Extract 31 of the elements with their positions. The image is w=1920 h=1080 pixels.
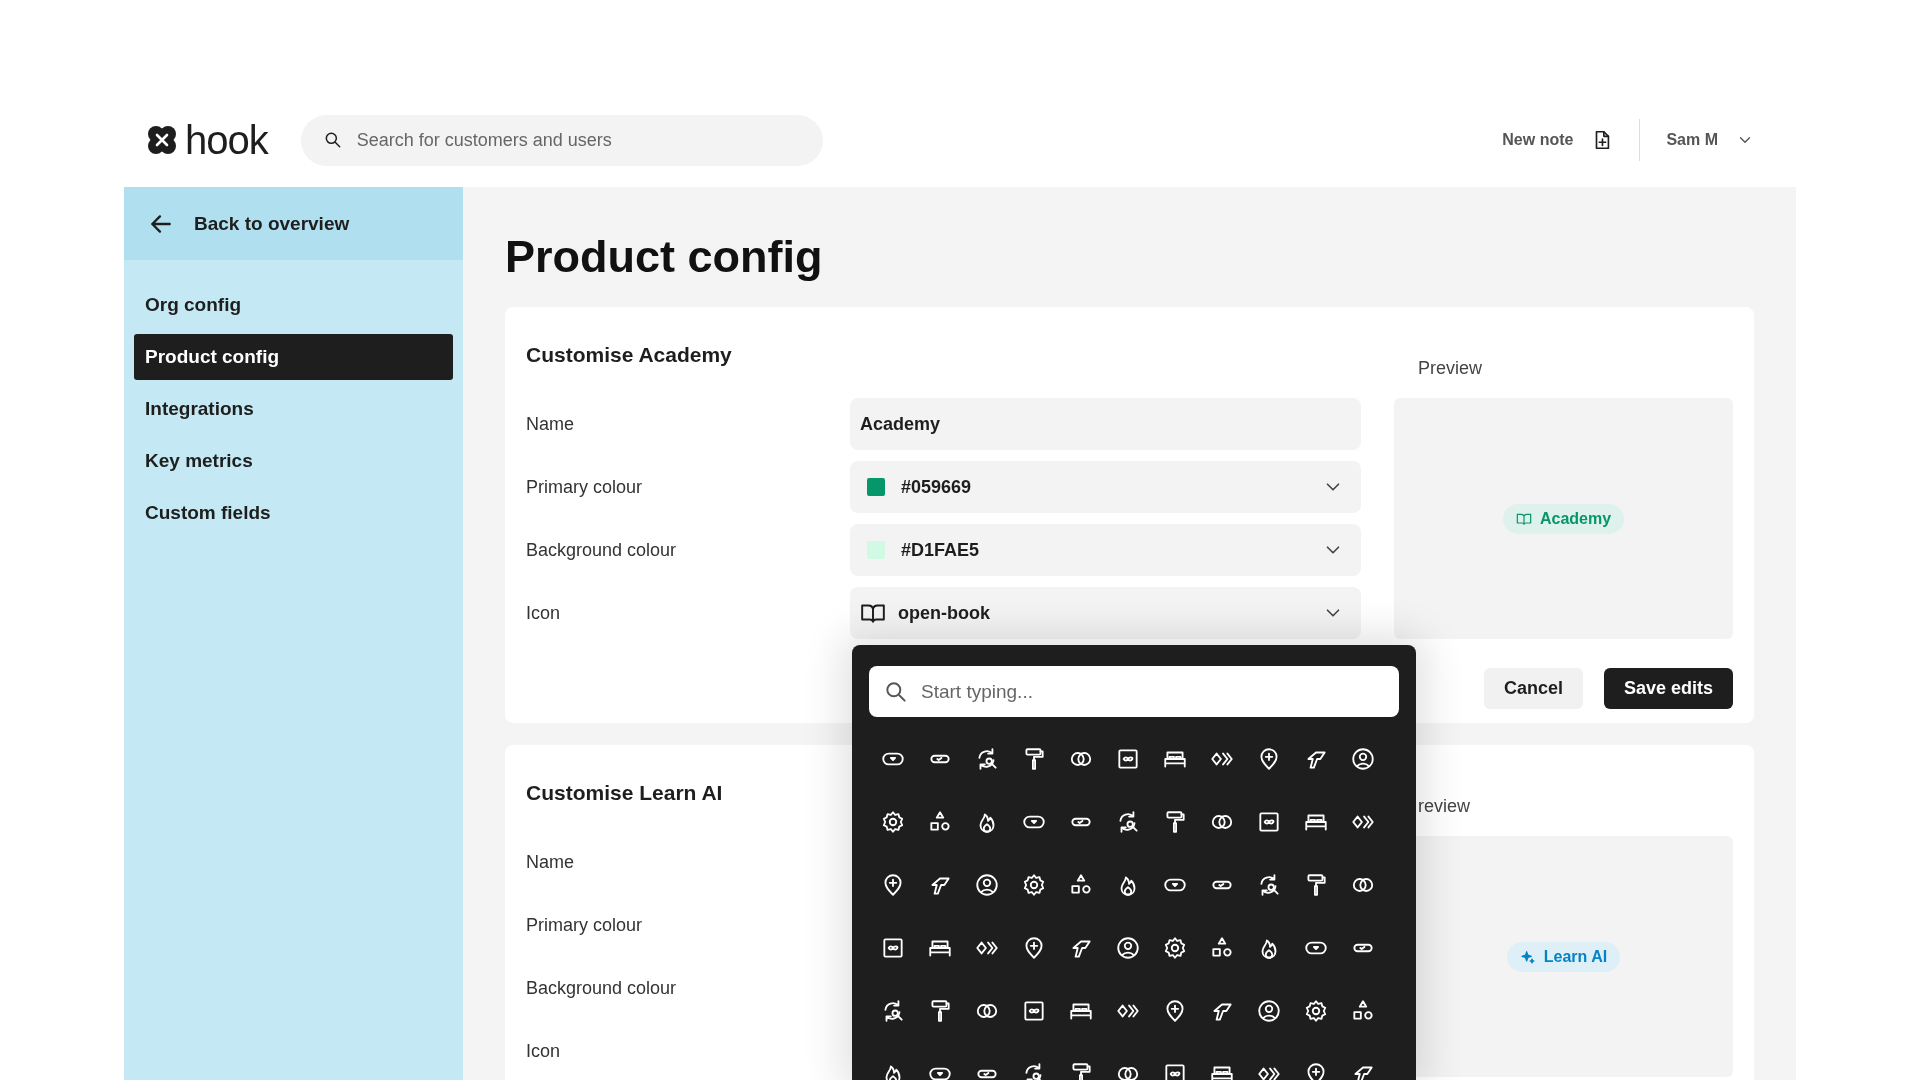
search-field[interactable]: Search for customers and users	[300, 114, 823, 166]
preview-badge: Academy	[1502, 503, 1625, 534]
name-field[interactable]: Academy	[850, 398, 1361, 450]
colour-select[interactable]: #D1FAE5	[850, 524, 1361, 576]
field-label: Icon	[526, 1039, 562, 1063]
preview-label: Preview	[1418, 358, 1484, 379]
field-label: Background colour	[526, 538, 678, 562]
user-menu[interactable]: Sam M	[1660, 130, 1760, 150]
new-note-button[interactable]: New note	[1496, 128, 1620, 152]
field-label: Primary colour	[526, 475, 644, 499]
nav-item[interactable]: Integrations	[134, 386, 453, 432]
icon-search-field[interactable]: Start typing...	[869, 666, 1399, 717]
nav-item[interactable]: Org config	[134, 282, 453, 328]
save-button[interactable]: Save edits	[1603, 667, 1733, 709]
field-label: Background colour	[526, 976, 678, 1000]
field-label: Primary colour	[526, 913, 644, 937]
back-link[interactable]: Back to overview	[124, 187, 463, 260]
cancel-button[interactable]: Cancel	[1483, 667, 1583, 709]
nav-item[interactable]: Key metrics	[134, 438, 453, 484]
nav-item[interactable]: Custom fields	[134, 490, 453, 536]
preview-label: review	[1418, 796, 1471, 817]
colour-select[interactable]: #059669	[850, 461, 1361, 513]
nav-item[interactable]: Product config	[134, 334, 453, 380]
field-label: Icon	[526, 601, 562, 625]
card-title: Customise Learn AI	[526, 781, 724, 805]
preview-badge: Learn AI	[1506, 941, 1621, 972]
card-title: Customise Academy	[526, 343, 733, 367]
page-title: Product config	[505, 231, 824, 283]
logo-text: hook	[185, 117, 268, 163]
field-label: Name	[526, 850, 575, 874]
field-label: Name	[526, 412, 575, 436]
